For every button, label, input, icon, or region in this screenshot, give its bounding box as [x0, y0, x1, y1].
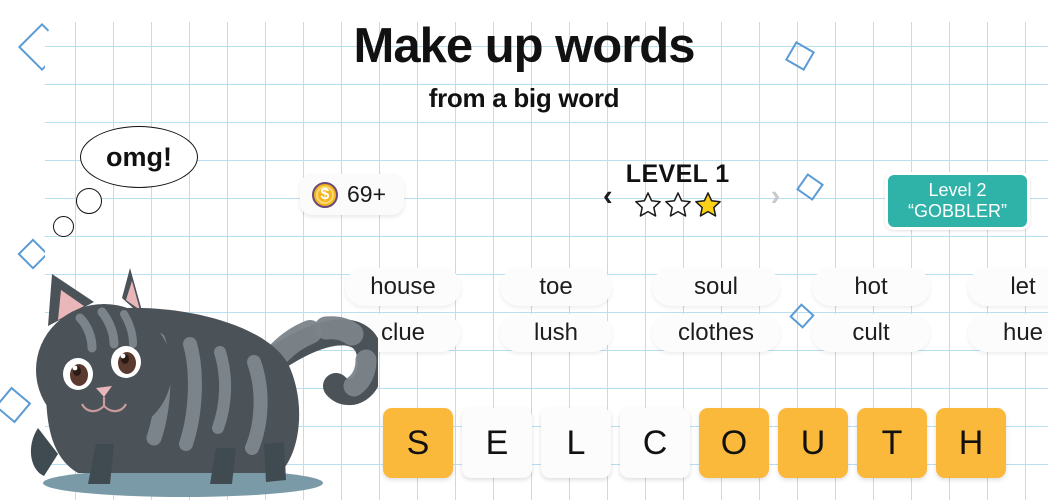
star-icon	[634, 191, 662, 223]
thought-bubble-text: omg!	[106, 141, 172, 172]
thought-bubble-dot	[76, 188, 102, 214]
thought-bubble: omg!	[53, 126, 198, 237]
word-chip[interactable]: toe	[500, 268, 612, 306]
word-chip[interactable]: cult	[812, 314, 930, 352]
word-chip[interactable]: soul	[652, 268, 780, 306]
word-chip[interactable]: lush	[500, 314, 612, 352]
word-chip[interactable]: hot	[812, 268, 930, 306]
level-navigator: ‹ LEVEL 1 ›	[603, 160, 780, 223]
word-chip[interactable]: hue	[968, 314, 1048, 352]
coin-symbol: $	[320, 185, 330, 203]
letter-tile-rack: SELCOUTH	[383, 408, 1006, 478]
letter-tile-u[interactable]: U	[778, 408, 848, 478]
cat-head	[36, 304, 172, 436]
letter-tile-e[interactable]: E	[462, 408, 532, 478]
prev-level-button[interactable]: ‹	[603, 182, 613, 211]
cat-leg	[264, 442, 286, 482]
star-icon	[694, 191, 722, 223]
page-header: Make up words from a big word	[0, 0, 1048, 114]
level-info: LEVEL 1	[613, 160, 743, 223]
coin-count-label: 69+	[347, 181, 387, 207]
letter-tile-c[interactable]: C	[620, 408, 690, 478]
next-level-number: Level 2	[928, 180, 987, 200]
coin-counter[interactable]: $ 69+	[300, 174, 405, 215]
word-chip[interactable]: let	[968, 268, 1048, 306]
thought-bubble-dot	[53, 216, 74, 237]
page-subtitle: from a big word	[428, 83, 620, 113]
next-level-button[interactable]: ›	[771, 182, 781, 211]
coin-icon: $	[312, 181, 338, 208]
letter-tile-t[interactable]: T	[857, 408, 927, 478]
letter-tile-s[interactable]: S	[383, 408, 453, 478]
letter-tile-h[interactable]: H	[936, 408, 1006, 478]
next-level-name: “GOBBLER”	[908, 201, 1008, 222]
cat-mascot	[18, 248, 384, 500]
letter-tile-l[interactable]: L	[541, 408, 611, 478]
star-icon	[664, 191, 692, 223]
word-chip[interactable]: clothes	[652, 314, 780, 352]
letter-tile-o[interactable]: O	[699, 408, 769, 478]
level-label: LEVEL 1	[625, 160, 730, 188]
thought-bubble-body: omg!	[80, 126, 198, 188]
star-rating	[613, 191, 743, 223]
next-level-badge[interactable]: Level 2 “GOBBLER”	[885, 172, 1031, 231]
page-title: Make up words	[353, 19, 696, 73]
